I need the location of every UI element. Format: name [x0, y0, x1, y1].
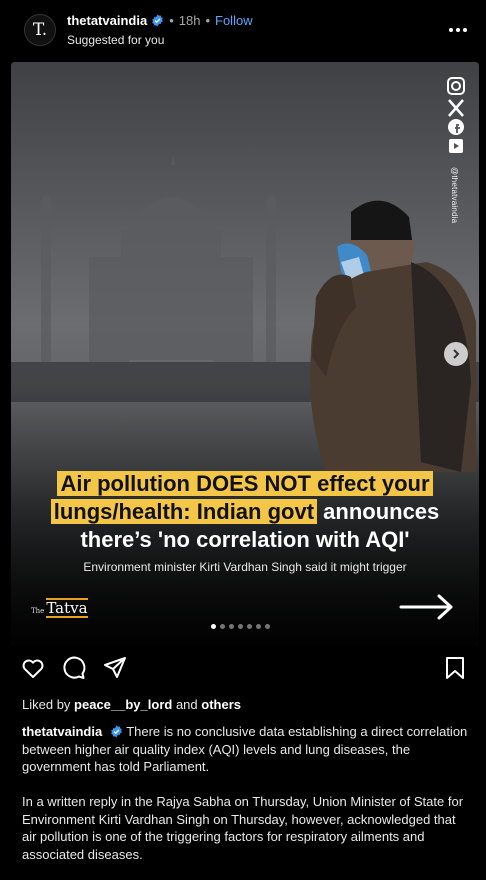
follow-button[interactable]: Follow: [215, 13, 253, 28]
headline-line-2-highlight: lungs/health: Indian govt: [50, 499, 318, 524]
username-link[interactable]: thetatvaindia: [67, 13, 147, 28]
carousel-dot: [256, 624, 261, 629]
brand-logo: The Tatva: [31, 598, 88, 618]
post-subhead: Environment minister Kirti Vardhan Singh…: [83, 560, 407, 574]
carousel-dot: [211, 624, 216, 629]
post-headline: Air pollution DOES NOT effect your lungs…: [11, 470, 479, 554]
separator-dot: •: [169, 13, 174, 28]
headline-line-1: Air pollution DOES NOT effect your: [57, 471, 433, 496]
post-photo: [11, 62, 479, 645]
likes-prefix: Liked by: [22, 697, 75, 712]
headline-line-2-rest: announces: [317, 499, 440, 524]
bookmark-icon[interactable]: [442, 655, 468, 681]
social-icons: [447, 77, 465, 153]
verified-badge-icon: [152, 14, 163, 27]
headline-line-3: there’s 'no correlation with AQI': [80, 527, 410, 552]
carousel-next-button[interactable]: [444, 342, 468, 366]
likes-line: Liked by peace__by_lord and others: [22, 697, 241, 712]
post-caption: thetatvaindia There is no conclusive dat…: [22, 723, 470, 863]
suggested-label: Suggested for you: [67, 33, 165, 47]
separator-dot-2: •: [205, 13, 211, 28]
chevron-right-icon: [453, 349, 460, 359]
carousel-dot: [238, 624, 243, 629]
avatar[interactable]: T.: [24, 14, 56, 46]
watermark-handle: @thetatvaindia: [450, 167, 459, 224]
verified-badge-icon: [111, 725, 122, 738]
avatar-letter: T.: [32, 20, 48, 40]
carousel-dot: [220, 624, 225, 629]
post-header: T. thetatvaindia • 18h • Follow Suggeste…: [0, 0, 486, 62]
brand-the: The: [31, 607, 45, 615]
carousel-dot: [229, 624, 234, 629]
carousel-dot: [247, 624, 252, 629]
heart-icon[interactable]: [20, 655, 46, 681]
caption-username-link[interactable]: thetatvaindia: [22, 724, 102, 739]
caption-paragraph-2: In a written reply in the Rajya Sabha on…: [22, 794, 464, 862]
post-time: 18h: [178, 13, 201, 28]
post-actions: [0, 655, 486, 685]
carousel-dot: [265, 624, 270, 629]
post-media[interactable]: @thetatvaindia Air pollution DOES NOT ef…: [11, 62, 479, 645]
likes-others-link[interactable]: others: [201, 697, 241, 712]
user-line: thetatvaindia • 18h • Follow: [67, 13, 253, 28]
carousel-indicator: [211, 624, 270, 629]
liked-by-user-link[interactable]: peace__by_lord: [74, 697, 172, 712]
brand-name: Tatva: [46, 598, 88, 618]
share-icon[interactable]: [102, 655, 128, 681]
likes-middle: and: [172, 697, 202, 712]
more-options-icon[interactable]: [446, 22, 470, 38]
swipe-arrow-icon: [399, 594, 453, 620]
comment-icon[interactable]: [61, 655, 87, 681]
